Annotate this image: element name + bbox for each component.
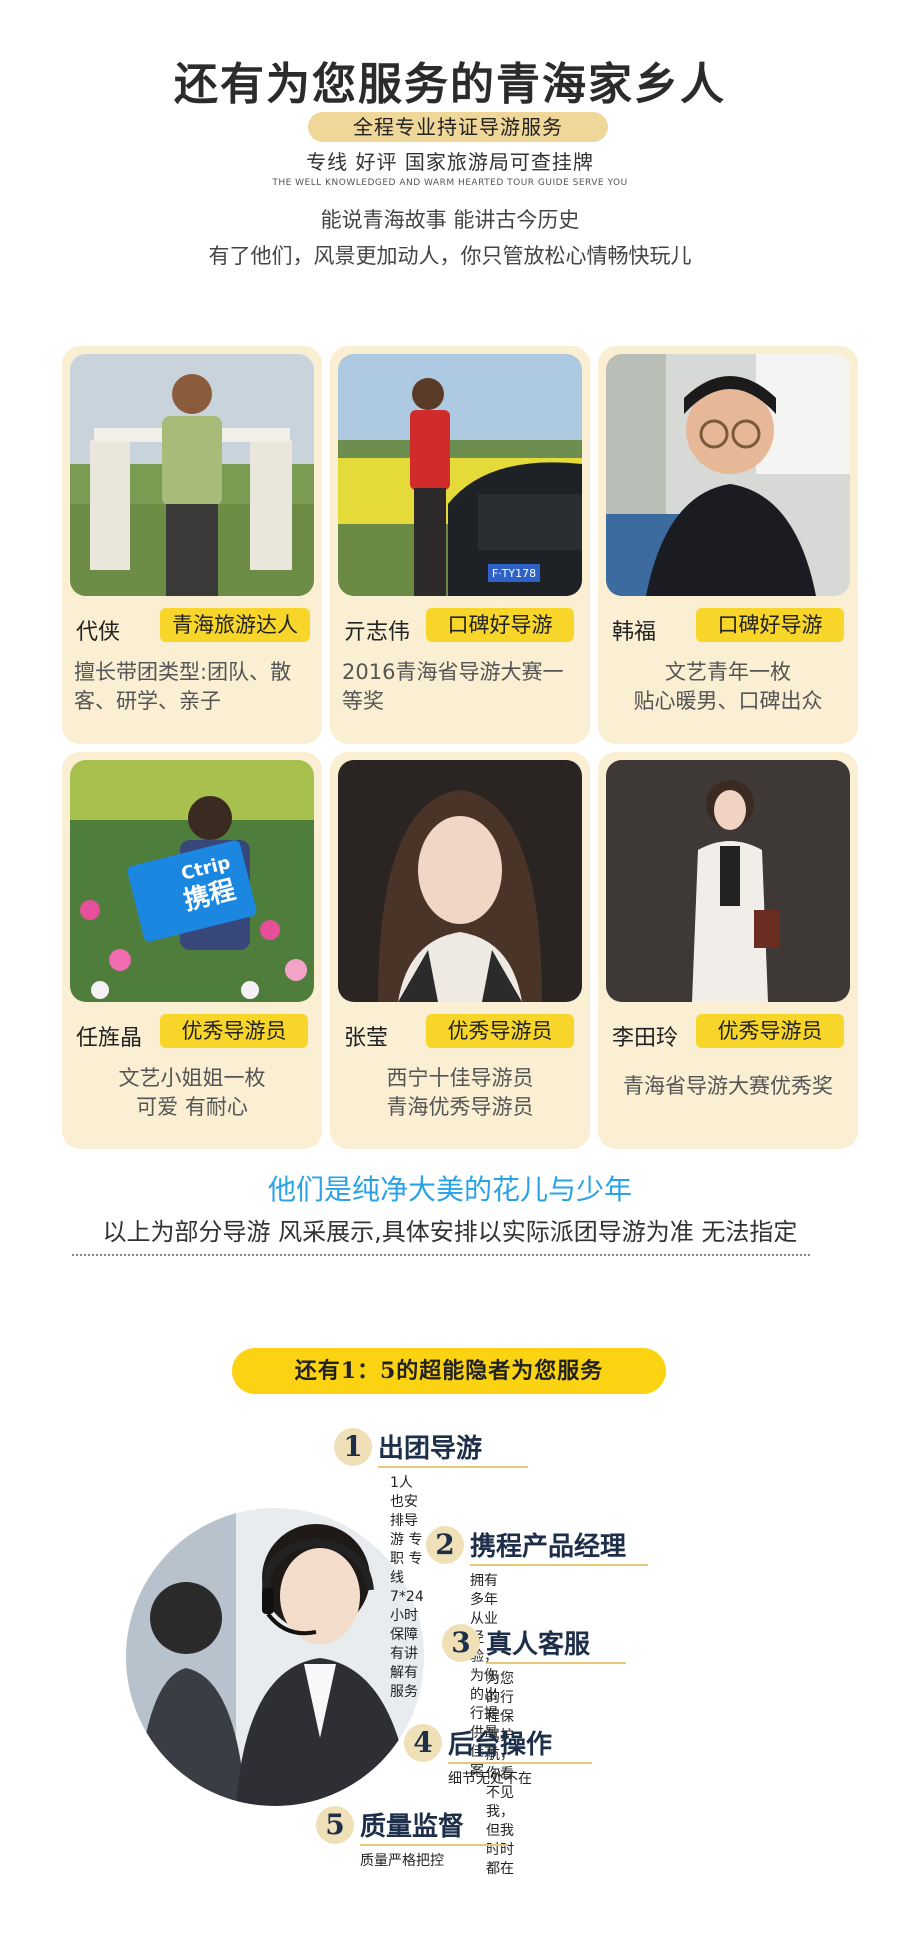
guide-name: 亓志伟 (344, 620, 411, 645)
feature-title: 出团导游 (378, 1434, 483, 1464)
feature-underline (470, 1564, 648, 1566)
feature-title: 携程产品经理 (470, 1532, 627, 1562)
guide-desc: 擅长带团类型:团队、散客、研学、亲子 (74, 660, 292, 713)
guide-desc: 青海省导游大赛优秀奖 (623, 1074, 833, 1098)
guide-card-zhangying: 张莹 优秀导游员 西宁十佳导游员 青海优秀导游员 (330, 752, 590, 1149)
guide-photo (70, 354, 314, 596)
guide-photo: F·TY178 (338, 354, 582, 596)
guide-photo (606, 760, 850, 1002)
slogan-line-1: 能说青海故事 能讲古今历史 (320, 208, 580, 232)
dotted-divider (72, 1254, 810, 1256)
guide-tag: 青海旅游达人 (160, 608, 310, 642)
guide-name: 韩福 (612, 620, 657, 645)
guide-name: 代侠 (76, 620, 121, 645)
guide-desc: 文艺小姐姐一枚 可爱 有耐心 (118, 1066, 266, 1119)
feature-underline (360, 1844, 508, 1846)
subline: 专线 好评 国家旅游局可查挂牌 (306, 150, 594, 174)
feature-desc: 细节无处不在 (448, 1771, 532, 1787)
guide-desc: 文艺青年一枚 贴心暖男、口碑出众 (633, 660, 823, 713)
feature-number: 1 (334, 1428, 372, 1466)
license-plate-text: F·TY178 (492, 567, 536, 580)
page-title: 还有为您服务的青海家乡人 (174, 59, 726, 110)
guide-name: 任旌晶 (76, 1026, 143, 1051)
feature-title: 真人客服 (486, 1630, 591, 1660)
guide-name: 张莹 (344, 1026, 389, 1051)
guide-photo (606, 354, 850, 596)
guide-name: 李田玲 (612, 1026, 679, 1051)
guide-tag: 口碑好导游 (696, 608, 844, 642)
guide-tag: 优秀导游员 (160, 1014, 308, 1048)
guide-photo (338, 760, 582, 1002)
feature-number: 2 (426, 1526, 464, 1564)
feature-title: 质量监督 (360, 1812, 465, 1842)
guide-card-qizhiwei: F·TY178 亓志伟 口碑好导游 2016青海省导游大赛一等奖 (330, 346, 590, 744)
customer-service-photo (126, 1508, 424, 1806)
guide-tag: 口碑好导游 (426, 608, 574, 642)
feature-underline (378, 1466, 528, 1468)
guide-card-litianling: 李田玲 优秀导游员 青海省导游大赛优秀奖 (598, 752, 858, 1149)
service-ratio-banner: 还有1：5的超能隐者为您服务 (232, 1348, 666, 1394)
guide-tag: 优秀导游员 (426, 1014, 574, 1048)
feature-desc: 质量严格把控 (360, 1853, 444, 1869)
feature-title: 后台操作 (448, 1730, 553, 1760)
guide-desc: 西宁十佳导游员 青海优秀导游员 (386, 1066, 534, 1119)
feature-underline (448, 1762, 592, 1764)
guide-desc: 2016青海省导游大赛一等奖 (342, 660, 564, 713)
guide-card-daixia: 代侠 青海旅游达人 擅长带团类型:团队、散客、研学、亲子 (62, 346, 322, 744)
guide-photo: Ctrip 携程 (70, 760, 314, 1002)
disclaimer-note: 以上为部分导游 风采展示,具体安排以实际派团导游为准 无法指定 (102, 1218, 798, 1246)
feature-underline (486, 1662, 626, 1664)
slogan-line-2: 有了他们，风景更加动人，你只管放松心情畅快玩儿 (208, 244, 692, 268)
guide-card-hanfu: 韩福 口碑好导游 文艺青年一枚 贴心暖男、口碑出众 (598, 346, 858, 744)
english-tagline: THE WELL KNOWLEDGED AND WARM HEARTED TOU… (272, 178, 628, 188)
feature-number: 5 (316, 1806, 354, 1844)
feature-number: 4 (404, 1724, 442, 1762)
blue-tagline: 他们是纯净大美的花儿与少年 (267, 1173, 632, 1206)
service-banner: 全程专业持证导游服务 (308, 112, 608, 142)
feature-number: 3 (442, 1624, 480, 1662)
guide-tag: 优秀导游员 (696, 1014, 844, 1048)
feature-desc: 1人也安排导游 专职 专线 7*24小时保障 有讲解有服务 (390, 1475, 424, 1700)
guide-card-renjingjing: Ctrip 携程 任旌晶 优秀导游员 文艺小姐姐一枚 可爱 有耐心 (62, 752, 322, 1149)
